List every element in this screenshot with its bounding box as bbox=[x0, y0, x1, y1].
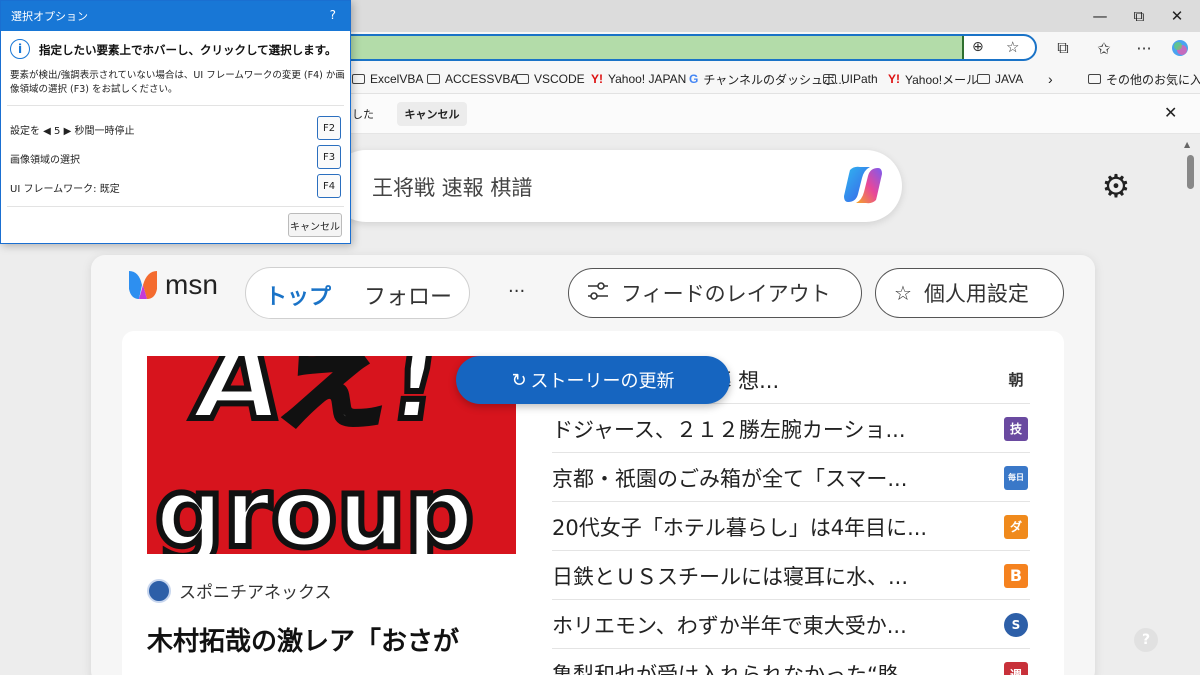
address-highlight bbox=[322, 36, 964, 59]
feed-layout-button[interactable]: フィードのレイアウト bbox=[568, 268, 862, 318]
folder-icon bbox=[977, 74, 990, 84]
svg-text:group: group bbox=[155, 457, 474, 554]
refresh-icon: ↻ bbox=[511, 369, 527, 391]
info-icon: i bbox=[10, 39, 30, 59]
tab-top[interactable]: トップ bbox=[265, 279, 331, 311]
more-menu-icon[interactable]: ··· bbox=[1130, 35, 1158, 61]
infobar-text: した bbox=[352, 108, 374, 121]
scroll-up-arrow-icon[interactable]: ▲ bbox=[1184, 140, 1190, 149]
hero-headline[interactable]: 木村拓哉の激レア「おさが bbox=[147, 624, 527, 660]
sponichi-logo-icon: S bbox=[1004, 612, 1028, 637]
news-item[interactable]: 亀梨和也が受け入れられなかった“賂... 週 bbox=[552, 650, 1030, 675]
diamond-logo-icon: ダ bbox=[1004, 514, 1028, 539]
business-logo-icon: B bbox=[1004, 563, 1028, 588]
favorite-star-icon[interactable]: ☆ bbox=[1006, 38, 1019, 56]
refresh-stories-button[interactable]: ↻ ストーリーの更新 bbox=[456, 356, 730, 404]
infobar-cancel-button[interactable]: キャンセル bbox=[397, 102, 467, 126]
f2-key-button[interactable]: F2 bbox=[317, 116, 341, 140]
news-item[interactable]: ホリエモン、わずか半年で東大受か... S bbox=[552, 601, 1030, 649]
bookmark-yahoo-japan[interactable]: Y! Yahoo! JAPAN bbox=[591, 64, 686, 94]
dialog-title: 選択オプション bbox=[11, 10, 88, 23]
bookmark-other-favorites[interactable]: その他のお気に入り bbox=[1088, 64, 1200, 94]
close-window-button[interactable]: ✕ bbox=[1154, 0, 1200, 32]
selection-options-dialog: 選択オプション ? i 指定したい要素上でホバーし、クリックして選択します。 要… bbox=[0, 0, 351, 244]
zoom-icon[interactable]: ⊕ bbox=[972, 39, 984, 55]
divider bbox=[7, 206, 344, 207]
folder-icon bbox=[1088, 74, 1101, 84]
news-title: ホリエモン、わずか半年で東大受か... bbox=[552, 613, 907, 638]
news-title: 亀梨和也が受け入れられなかった“賂... bbox=[552, 663, 919, 675]
settings-gear-icon[interactable]: ⚙ bbox=[1098, 167, 1134, 205]
more-options-icon[interactable]: ··· bbox=[508, 281, 525, 302]
news-item[interactable]: ドジャース、２１２勝左腕カーショ... 技 bbox=[552, 405, 1030, 453]
yahoo-icon: Y! bbox=[591, 72, 603, 86]
dialog-help-icon[interactable]: ? bbox=[330, 8, 336, 22]
help-icon[interactable]: ? bbox=[1134, 628, 1158, 652]
bookmark-yahoo-mail[interactable]: Y! Yahoo!メール bbox=[888, 64, 978, 94]
weekly-logo-icon: 週 bbox=[1004, 662, 1028, 675]
folder-icon bbox=[516, 74, 529, 84]
dialog-titlebar: 選択オプション ? bbox=[1, 1, 350, 31]
bookmark-uipath[interactable]: UIPath bbox=[823, 64, 878, 94]
bookmarks-overflow-chevron-icon[interactable]: › bbox=[1048, 64, 1053, 94]
news-title: 20代女子「ホテル暮らし」は4年目に... bbox=[552, 515, 928, 540]
news-item[interactable]: 京都・祇園のごみ箱が全て「スマー... 毎日 bbox=[552, 454, 1030, 502]
ui-framework-label: UI フレームワーク: 既定 bbox=[10, 184, 120, 195]
copilot-logo-icon[interactable] bbox=[840, 164, 886, 206]
image-region-label: 画像領域の選択 bbox=[10, 155, 80, 166]
divider bbox=[7, 105, 344, 106]
favorites-icon[interactable]: ✩ bbox=[1090, 35, 1118, 61]
address-bar[interactable]: ⊕ ☆ bbox=[320, 34, 1037, 61]
search-query[interactable]: 王将戦 速報 棋譜 bbox=[372, 172, 532, 202]
f4-key-button[interactable]: F4 bbox=[317, 174, 341, 198]
personalize-button[interactable]: ☆ 個人用設定 bbox=[875, 268, 1064, 318]
bookmark-accessvba[interactable]: ACCESSVBA bbox=[427, 64, 518, 94]
news-title: 京都・祇園のごみ箱が全て「スマー... bbox=[552, 466, 908, 491]
asahi-logo-icon: 朝 bbox=[1004, 367, 1028, 392]
pause-setting-label[interactable]: 設定を ◀ 5 ▶ 秒間一時停止 bbox=[10, 122, 134, 137]
news-item[interactable]: 日鉄とＵＳスチールには寝耳に水、... B bbox=[552, 552, 1030, 600]
news-title: 日鉄とＵＳスチールには寝耳に水、... bbox=[552, 564, 909, 589]
msn-logo[interactable]: msn bbox=[125, 267, 218, 303]
bookmark-java[interactable]: JAVA bbox=[977, 64, 1023, 94]
dialog-description: 要素が検出/強調表示されていない場合は、UI フレームワークの変更 (F4) か… bbox=[10, 70, 345, 95]
tab-follow[interactable]: フォロー bbox=[364, 279, 452, 311]
hero-source[interactable]: スポニチアネックス bbox=[147, 578, 332, 603]
bookmark-excelvba[interactable]: ExcelVBA bbox=[352, 64, 423, 94]
dialog-cancel-button[interactable]: キャンセル bbox=[288, 213, 342, 237]
msn-butterfly-icon bbox=[129, 271, 157, 299]
bookmark-vscode[interactable]: VSCODE bbox=[516, 64, 585, 94]
f3-key-button[interactable]: F3 bbox=[317, 145, 341, 169]
infobar-close-icon[interactable]: ✕ bbox=[1164, 103, 1177, 122]
source-logo-icon: 技 bbox=[1004, 416, 1028, 441]
mainichi-logo-icon: 毎日 bbox=[1004, 465, 1028, 490]
google-icon: G bbox=[689, 72, 699, 86]
star-edit-icon: ☆ bbox=[894, 281, 912, 305]
yahoo-icon: Y! bbox=[888, 72, 900, 86]
folder-icon bbox=[427, 74, 440, 84]
bookmark-channel-dashboard[interactable]: G チャンネルのダッシュボ... bbox=[689, 64, 845, 94]
svg-text:Aえ!: Aえ! bbox=[187, 356, 450, 445]
news-title: ドジャース、２１２勝左腕カーショ... bbox=[552, 417, 906, 442]
dialog-heading: 指定したい要素上でホバーし、クリックして選択します。 bbox=[39, 43, 337, 57]
sliders-icon bbox=[587, 281, 609, 306]
sponichi-logo-icon bbox=[147, 578, 171, 603]
extensions-icon[interactable]: ⧉ bbox=[1049, 35, 1077, 61]
page-scrollbar-thumb[interactable] bbox=[1187, 155, 1194, 189]
news-item[interactable]: 20代女子「ホテル暮らし」は4年目に... ダ bbox=[552, 503, 1030, 551]
copilot-icon[interactable] bbox=[1166, 35, 1194, 61]
folder-icon bbox=[823, 74, 836, 84]
folder-icon bbox=[352, 74, 365, 84]
